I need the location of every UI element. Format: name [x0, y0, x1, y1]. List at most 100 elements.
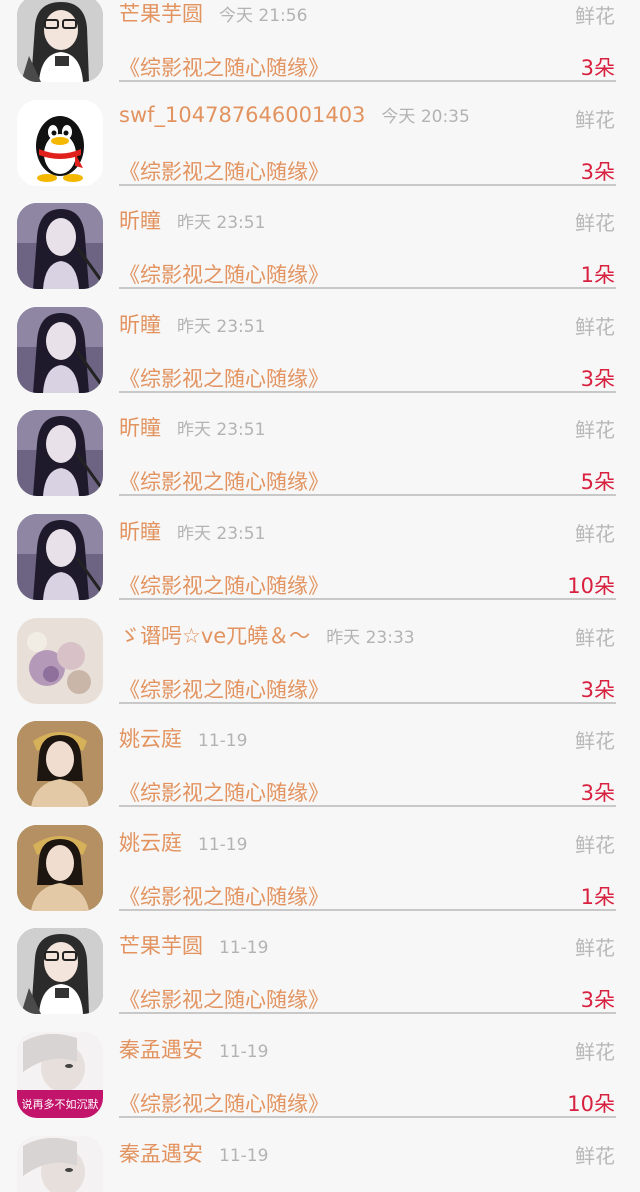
user-avatar[interactable]	[17, 928, 103, 1015]
book-title-link[interactable]: 《综影视之随心随缘》	[119, 984, 329, 1014]
gift-record-row[interactable]: 昕瞳 昨天 23:51 鲜花 《综影视之随心随缘》 3朵	[0, 306, 640, 411]
book-title-link[interactable]: 《综影视之随心随缘》	[119, 363, 329, 393]
book-title-link[interactable]: 《综影视之随心随缘》	[119, 777, 329, 807]
book-title-link[interactable]: 《综影视之随心随缘》	[119, 570, 329, 600]
sender-name[interactable]: 芒果芋圆	[119, 934, 203, 958]
sender-name[interactable]: 秦孟遇安	[119, 1038, 203, 1062]
gift-count: 3朵	[580, 988, 615, 1013]
gift-count: 1朵	[580, 884, 615, 909]
sender-name[interactable]: 昕瞳	[119, 416, 161, 440]
sender-name-line: 昕瞳 昨天 23:51	[119, 412, 265, 442]
gift-time: 昨天 23:51	[177, 316, 266, 337]
gift-time: 今天 21:56	[219, 6, 308, 26]
sender-name-line: 昕瞳 昨天 23:51	[119, 309, 265, 339]
sender-name[interactable]: 昕瞳	[119, 520, 161, 544]
sender-name-line: swf_104787646001403 今天 20:35	[119, 102, 470, 127]
gift-record-row[interactable]: 昕瞳 昨天 23:51 鲜花《综影视之随心随缘》 1朵	[0, 203, 640, 307]
gift-count: 5朵	[580, 470, 615, 495]
gift-time: 11-19	[219, 1042, 269, 1062]
gift-record-row[interactable]: 昕瞳 昨天 23:51 鲜花《综影视之随心随缘》 5朵	[0, 410, 640, 514]
gift-count: 3朵	[580, 366, 615, 391]
sender-name-line: 姚云庭 11-19	[119, 827, 247, 857]
gift-count: 3朵	[580, 159, 615, 184]
gift-type: 鲜花	[575, 729, 615, 754]
gift-time: 11-19	[219, 1145, 269, 1166]
gift-type: 鲜花	[575, 211, 615, 236]
gift-record-row[interactable]: ゞ谮呺☆ve兀皢＆～ 昨天 23:33 鲜花《综影视之随心随缘》 3朵	[0, 617, 640, 722]
gift-time: 昨天 23:51	[177, 524, 266, 544]
gift-type: 鲜花	[575, 418, 615, 443]
gift-type: 鲜花	[575, 625, 615, 650]
row-divider	[119, 183, 616, 186]
gift-record-row[interactable]: 说再多不如沉默 秦孟遇安 11-19 鲜花《综影视之随心随缘》 10朵	[0, 1032, 640, 1136]
gift-count: 10朵	[567, 1092, 615, 1116]
user-avatar[interactable]	[17, 721, 103, 808]
sender-name[interactable]: swf_104787646001403	[119, 103, 365, 127]
book-title-link[interactable]: 《综影视之随心随缘》	[119, 259, 329, 289]
gift-type: 鲜花	[575, 832, 615, 857]
user-avatar[interactable]	[17, 514, 103, 600]
row-divider	[119, 1012, 616, 1015]
user-avatar[interactable]	[17, 410, 103, 497]
gift-type: 鲜花	[575, 4, 615, 28]
user-avatar[interactable]	[17, 617, 103, 704]
sender-name-line: ゞ谮呺☆ve兀皢＆～ 昨天 23:33	[119, 620, 415, 650]
user-avatar[interactable]	[17, 824, 103, 911]
book-title-link[interactable]: 《综影视之随心随缘》	[119, 156, 329, 186]
gift-type: 鲜花	[575, 522, 615, 546]
row-divider	[119, 80, 616, 82]
gift-record-row[interactable]: 姚云庭 11-19 鲜花《综影视之随心随缘》 1朵	[0, 824, 640, 929]
sender-name[interactable]: 昕瞳	[119, 209, 161, 233]
sender-name[interactable]: 秦孟遇安	[119, 1142, 203, 1166]
gift-time: 11-19	[219, 938, 269, 959]
sender-name[interactable]: 昕瞳	[119, 313, 161, 337]
sender-name-line: 秦孟遇安 11-19	[119, 1034, 268, 1064]
user-avatar[interactable]	[17, 1135, 103, 1192]
gift-count: 3朵	[580, 677, 615, 702]
gift-type: 鲜花	[575, 936, 615, 961]
sender-name[interactable]: 芒果芋圆	[119, 2, 203, 26]
sender-name[interactable]: 姚云庭	[119, 831, 182, 855]
gift-time: 昨天 23:51	[177, 213, 266, 234]
gift-type: 鲜花	[575, 107, 615, 132]
gift-type: 鲜花	[575, 1040, 615, 1064]
book-title-link[interactable]: 《综影视之随心随缘》	[119, 52, 329, 82]
gift-record-row[interactable]: 芒果芋圆 11-19 鲜花《综影视之随心随缘》 3朵	[0, 928, 640, 1032]
row-divider	[119, 598, 616, 600]
gift-record-list[interactable]: 芒果芋圆 今天 21:56 鲜花 《综影视之随心随缘》 3朵 swf_104787646…	[0, 0, 640, 1192]
sender-name-line: 昕瞳 昨天 23:51	[119, 516, 265, 546]
avatar-caption: 说再多不如沉默	[21, 1098, 99, 1111]
sender-name-line: 昕瞳 昨天 23:51	[119, 205, 265, 235]
user-avatar[interactable]	[17, 306, 103, 393]
row-divider	[119, 494, 616, 497]
user-avatar[interactable]	[17, 0, 103, 82]
gift-record-row[interactable]: swf_104787646001403 今天 20:35 鲜花《综影视之随心随缘》 3…	[0, 99, 640, 204]
sender-name-line: 姚云庭 11-19	[119, 723, 247, 753]
sender-name-line: 芒果芋圆 今天 21:56	[119, 0, 307, 28]
gift-count: 1朵	[580, 263, 615, 288]
row-divider	[119, 287, 616, 290]
sender-name[interactable]: ゞ谮呺☆ve兀皢＆～	[119, 624, 310, 648]
book-title-link[interactable]: 《综影视之随心随缘》	[119, 466, 329, 496]
sender-name[interactable]: 姚云庭	[119, 727, 182, 751]
user-avatar[interactable]	[17, 203, 103, 290]
gift-record-row[interactable]: 姚云庭 11-19 鲜花《综影视之随心随缘》 3朵	[0, 721, 640, 825]
gift-record-row[interactable]: 秦孟遇安 11-19 鲜花	[0, 1135, 640, 1192]
sender-name-line: 秦孟遇安 11-19	[119, 1138, 268, 1168]
gift-time: 昨天 23:33	[326, 627, 415, 648]
gift-time: 11-19	[198, 834, 248, 855]
row-divider	[119, 390, 616, 393]
gift-type: 鲜花	[575, 1143, 615, 1168]
user-avatar[interactable]: 说再多不如沉默	[17, 1032, 103, 1118]
gift-record-row[interactable]: 芒果芋圆 今天 21:56 鲜花 《综影视之随心随缘》 3朵	[0, 0, 640, 100]
row-divider	[119, 908, 616, 911]
book-title-link[interactable]: 《综影视之随心随缘》	[119, 1088, 329, 1118]
gift-time: 今天 20:35	[381, 106, 470, 127]
user-avatar[interactable]	[17, 99, 103, 186]
sender-name-line: 芒果芋圆 11-19	[119, 930, 268, 960]
gift-count: 3朵	[580, 781, 615, 806]
book-title-link[interactable]: 《综影视之随心随缘》	[119, 674, 329, 704]
gift-time: 昨天 23:51	[177, 420, 266, 441]
gift-record-row[interactable]: 昕瞳 昨天 23:51 鲜花 《综影视之随心随缘》 10朵	[0, 514, 640, 618]
book-title-link[interactable]: 《综影视之随心随缘》	[119, 881, 329, 911]
